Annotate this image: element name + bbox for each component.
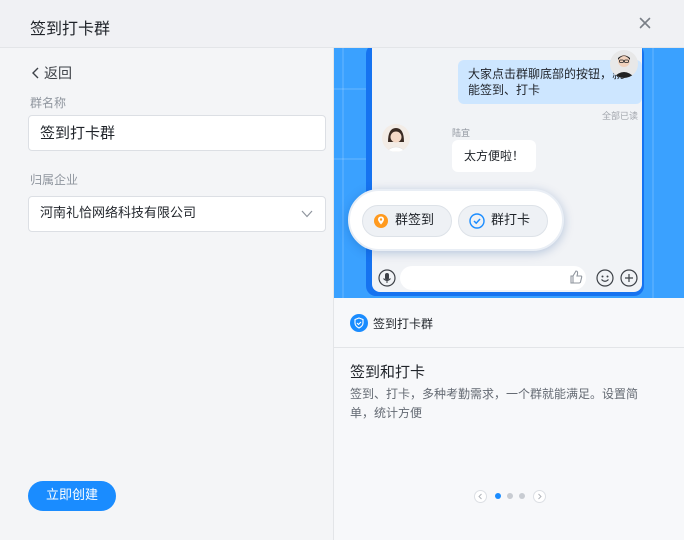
chevron-left-icon <box>32 67 39 79</box>
bg-decoration <box>334 158 366 160</box>
org-select[interactable]: 河南礼恰网络科技有限公司 <box>28 196 326 232</box>
org-label: 归属企业 <box>30 173 79 187</box>
thumbs-up-icon[interactable] <box>568 269 584 285</box>
emoji-icon[interactable] <box>596 269 614 287</box>
group-sign-in-label: 群签到 <box>395 213 435 228</box>
feature-preview-panel: 大家点击群聊底部的按钮，就能签到、打卡 全部已读 陆宜 太方便啦！ 群签到 群打… <box>334 48 684 540</box>
microphone-icon[interactable] <box>378 269 396 287</box>
create-group-dialog: 签到打卡群 返回 群名称 签到打卡群 归属企业 河南礼恰网络科技有限公司 立即创… <box>0 0 684 540</box>
quick-action-bar: 群签到 群打卡 <box>348 189 564 251</box>
group-sign-in-button[interactable]: 群签到 <box>362 205 452 237</box>
carousel-pager <box>474 489 546 503</box>
carousel-prev-button[interactable] <box>474 489 487 503</box>
bg-decoration <box>342 48 344 298</box>
carousel-dot[interactable] <box>519 493 525 499</box>
org-select-value: 河南礼恰网络科技有限公司 <box>40 206 197 221</box>
create-now-button[interactable]: 立即创建 <box>28 481 116 511</box>
feature-description: 签到、打卡，多种考勤需求，一个群就能满足。设置简单，统计方便 <box>350 387 639 420</box>
shield-check-icon <box>469 213 485 229</box>
form-panel: 返回 群名称 签到打卡群 归属企业 河南礼恰网络科技有限公司 立即创建 <box>0 48 334 540</box>
avatar <box>610 50 638 78</box>
sender-name: 陆宜 <box>452 129 471 139</box>
read-status: 全部已读 <box>602 112 639 122</box>
chat-screen: 大家点击群聊底部的按钮，就能签到、打卡 全部已读 陆宜 太方便啦！ <box>372 48 642 292</box>
chevron-right-icon <box>538 493 542 499</box>
chevron-down-icon <box>301 210 313 218</box>
group-name-label: 群名称 <box>30 96 67 110</box>
location-pin-icon <box>374 214 388 228</box>
title-bar: 签到打卡群 <box>0 0 684 48</box>
shield-check-icon <box>350 314 368 332</box>
carousel-dot[interactable] <box>507 493 513 499</box>
dialog-title: 签到打卡群 <box>30 19 111 38</box>
group-punch-button[interactable]: 群打卡 <box>458 205 548 237</box>
feature-tag: 签到打卡群 <box>350 314 433 332</box>
bg-decoration <box>652 48 654 298</box>
chat-text-input[interactable] <box>400 266 586 290</box>
plus-icon[interactable] <box>620 269 638 287</box>
back-label: 返回 <box>44 66 72 82</box>
close-icon[interactable] <box>636 14 654 32</box>
carousel-dot[interactable] <box>495 493 501 499</box>
group-punch-label: 群打卡 <box>491 213 531 228</box>
divider <box>334 347 684 348</box>
group-name-input[interactable]: 签到打卡群 <box>28 115 326 151</box>
preview-illustration: 大家点击群聊底部的按钮，就能签到、打卡 全部已读 陆宜 太方便啦！ 群签到 群打… <box>334 48 684 298</box>
chat-input-bar <box>374 264 640 292</box>
avatar <box>382 124 410 152</box>
back-button[interactable]: 返回 <box>30 63 72 83</box>
chevron-left-icon <box>478 493 482 499</box>
chat-bubble-incoming: 太方便啦！ <box>452 140 537 172</box>
feature-title: 签到和打卡 <box>350 363 426 381</box>
bg-decoration <box>334 88 366 90</box>
feature-tag-label: 签到打卡群 <box>373 316 434 331</box>
carousel-next-button[interactable] <box>533 489 546 503</box>
